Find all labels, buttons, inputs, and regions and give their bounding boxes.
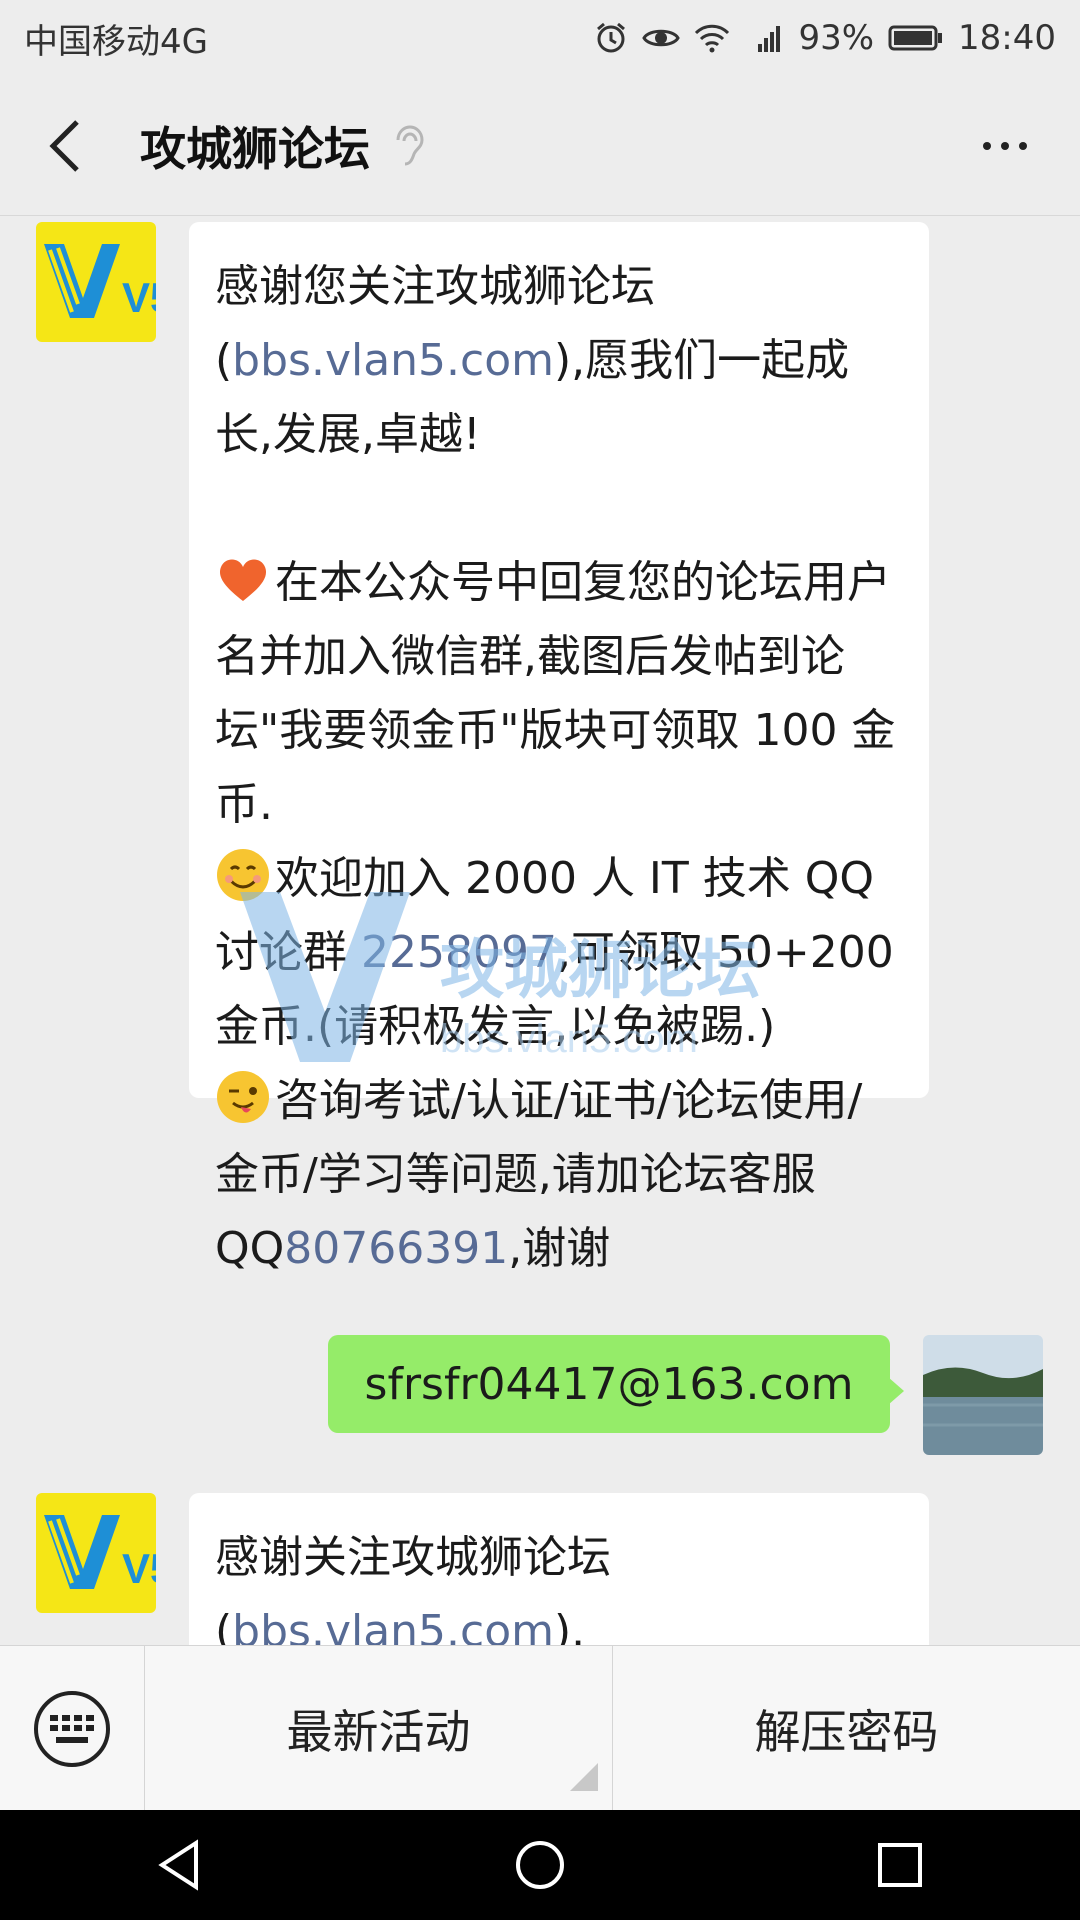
message-paragraph: 在本公众号中回复您的论坛用户名并加入微信群,截图后发帖到论坛"我要领金币"版块可… (215, 546, 903, 842)
forum-link[interactable]: bbs.vlan5.com (232, 335, 554, 386)
forum-link[interactable]: bbs.vlan5.com (232, 1606, 554, 1645)
submenu-indicator-icon (570, 1763, 598, 1791)
wink-emoji (217, 1071, 269, 1123)
back-arrow-icon (49, 119, 79, 172)
heart-emoji (219, 559, 267, 601)
menu-latest-activity[interactable]: 最新活动 (145, 1646, 613, 1811)
message-text: 感谢您关注攻城狮论坛(bbs.vlan5.com),愿我们一起成长,发展,卓越! (215, 261, 850, 460)
eye-icon (642, 29, 681, 47)
v5-logo: V5 (36, 1493, 156, 1613)
avatar-text: V5 (122, 1545, 156, 1592)
ear-icon (396, 124, 424, 165)
message-text: 感谢关注攻城狮论坛(bbs.vlan5.com). (215, 1521, 903, 1645)
alarm-icon (597, 22, 626, 53)
menu-unzip-password[interactable]: 解压密码 (613, 1646, 1080, 1811)
message-bubble-received[interactable]: 感谢您关注攻城狮论坛(bbs.vlan5.com),愿我们一起成长,发展,卓越!… (189, 222, 929, 1274)
user-avatar[interactable] (923, 1335, 1043, 1455)
android-nav-bar (0, 1810, 1080, 1920)
nav-back-icon[interactable] (150, 1835, 210, 1895)
status-bar: 中国移动4G 93% 18:40 (0, 0, 1080, 76)
menu-item-label: 解压密码 (754, 1704, 939, 1759)
nav-recents-icon[interactable] (870, 1835, 930, 1895)
title-bar: 攻城狮论坛 (0, 76, 1080, 216)
page-title: 攻城狮论坛 (140, 121, 370, 176)
battery-icon (888, 25, 943, 51)
clock: 18:40 (958, 18, 1056, 58)
more-button[interactable] (970, 118, 1040, 174)
battery-percent: 93% (798, 18, 875, 58)
message-text: sfrsfr04417@163.com (364, 1358, 854, 1410)
qq-service-link[interactable]: 80766391 (284, 1223, 508, 1274)
user-avatar-image (923, 1335, 1043, 1455)
wifi-icon (695, 24, 730, 53)
message-bubble-sent[interactable]: sfrsfr04417@163.com (328, 1335, 904, 1433)
avatar-v5[interactable]: V5 (36, 222, 156, 342)
nav-home-icon[interactable] (510, 1835, 570, 1895)
qq-group-link[interactable]: 2258097 (361, 927, 557, 978)
message-bubble-received[interactable]: 感谢关注攻城狮论坛(bbs.vlan5.com). (189, 1493, 929, 1645)
status-icons: 93% 18:40 (594, 18, 1056, 58)
v5-logo: V5 (36, 222, 156, 342)
avatar-v5[interactable]: V5 (36, 1493, 156, 1613)
avatar-text: V5 (122, 274, 156, 321)
signal-icon (758, 26, 781, 52)
menu-item-label: 最新活动 (286, 1704, 471, 1759)
carrier-label: 中国移动4G (24, 21, 208, 62)
chat-area[interactable]: V5 感谢您关注攻城狮论坛(bbs.vlan5.com),愿我们一起成长,发展,… (0, 217, 1080, 1645)
smile-emoji (217, 849, 269, 901)
more-icon (983, 142, 991, 150)
keyboard-toggle-button[interactable] (0, 1646, 145, 1811)
back-button[interactable] (30, 111, 100, 181)
message-paragraph: 咨询考试/认证/证书/论坛使用/金币/学习等问题,请加论坛客服 QQ807663… (215, 1064, 903, 1286)
keyboard-icon (34, 1690, 110, 1767)
menu-bar: 最新活动 解压密码 (0, 1645, 1080, 1811)
message-paragraph: 欢迎加入 2000 人 IT 技术 QQ 讨论群 2258097,可领取 50+… (215, 842, 903, 1064)
